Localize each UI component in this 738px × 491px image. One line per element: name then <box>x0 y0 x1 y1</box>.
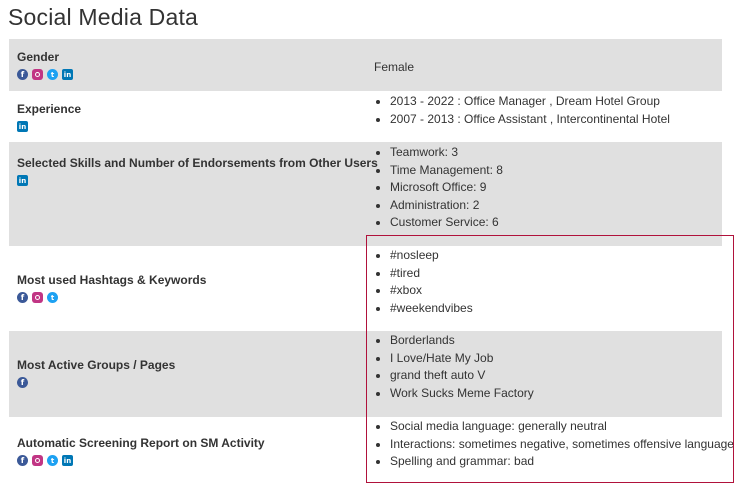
page-title: Social Media Data <box>8 4 199 30</box>
row-label: Most Active Groups / Pages <box>17 358 176 372</box>
linkedin-icon[interactable]: in <box>17 175 28 186</box>
row-label: Automatic Screening Report on SM Activit… <box>17 436 265 450</box>
source-icons: f t <box>17 292 206 303</box>
linkedin-icon[interactable]: in <box>62 69 73 80</box>
row-label: Gender <box>17 50 60 64</box>
row-label: Most used Hashtags & Keywords <box>17 273 207 287</box>
list-item: #nosleep <box>390 247 473 265</box>
source-icons: f <box>17 377 175 388</box>
list-item: Customer Service: 6 <box>390 214 503 232</box>
instagram-icon[interactable] <box>32 69 43 80</box>
value-cell-hashtags: #nosleep #tired #xbox #weekendvibes <box>374 247 473 317</box>
facebook-icon[interactable]: f <box>17 455 28 466</box>
row-screening: Automatic Screening Report on SM Activit… <box>9 417 734 483</box>
list-item: Teamwork: 3 <box>390 144 503 162</box>
label-cell-gender: Gender f t in <box>17 49 73 80</box>
list-item: Time Management: 8 <box>390 162 503 180</box>
twitter-icon[interactable]: t <box>47 69 58 80</box>
list-item: #xbox <box>390 282 473 300</box>
list-item: 2013 - 2022 : Office Manager , Dream Hot… <box>390 93 670 111</box>
list-item: Administration: 2 <box>390 197 503 215</box>
source-icons: f t in <box>17 455 265 466</box>
facebook-icon[interactable]: f <box>17 69 28 80</box>
value-cell-groups: Borderlands I Love/Hate My Job grand the… <box>374 332 534 402</box>
gender-value: Female <box>374 60 415 74</box>
row-groups: Most Active Groups / Pages f Borderlands… <box>9 331 722 417</box>
twitter-icon[interactable]: t <box>47 292 58 303</box>
twitter-icon[interactable]: t <box>47 455 58 466</box>
list-item: Borderlands <box>390 332 534 350</box>
value-cell-screening: Social media language: generally neutral… <box>374 418 734 471</box>
list-item: 2007 - 2013 : Office Assistant , Interco… <box>390 111 670 129</box>
hashtags-list: #nosleep #tired #xbox #weekendvibes <box>374 247 473 317</box>
facebook-icon[interactable]: f <box>17 377 28 388</box>
list-item: Microsoft Office: 9 <box>390 179 503 197</box>
skills-list: Teamwork: 3 Time Management: 8 Microsoft… <box>374 144 503 232</box>
screening-list: Social media language: generally neutral… <box>374 418 734 471</box>
list-item: I Love/Hate My Job <box>390 350 534 368</box>
list-item: Work Sucks Meme Factory <box>390 385 534 403</box>
row-hashtags: Most used Hashtags & Keywords f t #nosle… <box>9 246 722 331</box>
list-item: Spelling and grammar: bad <box>390 453 734 471</box>
list-item: grand theft auto V <box>390 367 534 385</box>
instagram-icon[interactable] <box>32 455 43 466</box>
social-media-table: Gender f t in Female Experience in 2013 … <box>9 39 734 483</box>
instagram-icon[interactable] <box>32 292 43 303</box>
linkedin-icon[interactable]: in <box>62 455 73 466</box>
list-item: #weekendvibes <box>390 300 473 318</box>
linkedin-icon[interactable]: in <box>17 121 28 132</box>
value-cell-gender: Female <box>374 58 414 76</box>
groups-list: Borderlands I Love/Hate My Job grand the… <box>374 332 534 402</box>
row-gender: Gender f t in Female <box>9 39 722 91</box>
value-cell-skills: Teamwork: 3 Time Management: 8 Microsoft… <box>374 144 503 232</box>
row-label: Experience <box>17 102 82 116</box>
experience-list: 2013 - 2022 : Office Manager , Dream Hot… <box>374 93 670 128</box>
row-experience: Experience in 2013 - 2022 : Office Manag… <box>9 91 722 142</box>
list-item: Social media language: generally neutral <box>390 418 734 436</box>
row-skills: Selected Skills and Number of Endorsemen… <box>9 142 722 246</box>
source-icons: in <box>17 121 81 132</box>
row-label: Selected Skills and Number of Endorsemen… <box>17 156 378 170</box>
label-cell-groups: Most Active Groups / Pages f <box>17 357 175 388</box>
label-cell-skills: Selected Skills and Number of Endorsemen… <box>17 155 378 186</box>
list-item: Interactions: sometimes negative, someti… <box>390 436 734 454</box>
label-cell-experience: Experience in <box>17 101 81 132</box>
label-cell-hashtags: Most used Hashtags & Keywords f t <box>17 272 206 303</box>
label-cell-screening: Automatic Screening Report on SM Activit… <box>17 435 265 466</box>
source-icons: in <box>17 175 378 186</box>
list-item: #tired <box>390 265 473 283</box>
facebook-icon[interactable]: f <box>17 292 28 303</box>
value-cell-experience: 2013 - 2022 : Office Manager , Dream Hot… <box>374 93 670 128</box>
source-icons: f t in <box>17 69 73 80</box>
